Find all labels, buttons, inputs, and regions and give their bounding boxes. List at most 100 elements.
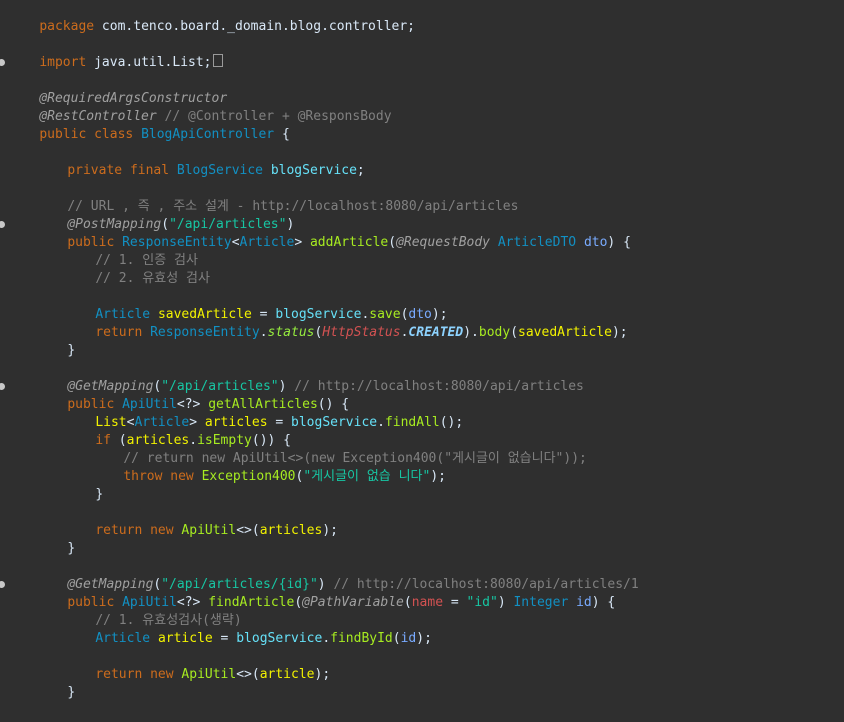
code-line-19: } [36,324,75,358]
token: } [67,541,76,556]
code-line-35: Article article = blogService.findById(i… [64,612,432,646]
token: ( [510,325,519,340]
token: ) [497,595,514,610]
code-line-12: @PostMapping("/api/articles") [0,198,294,232]
token: return [95,523,143,538]
token: com.tenco.board._domain.blog.controller; [94,19,416,34]
token: blogService [270,163,357,178]
token: ) { [591,595,616,610]
code-line-30: } [36,522,75,556]
code-editor[interactable]: package com.tenco.board._domain.blog.con… [0,0,844,722]
code-line-5: @RequiredArgsConstructor [8,72,227,106]
token: id [576,595,592,610]
collapsed-imports-icon[interactable] [212,54,223,67]
code-line-3: import java.util.List; [0,36,223,70]
token: ArticleDTO [497,235,577,250]
fold-marker-icon[interactable] [0,383,5,390]
token: ); [314,667,331,682]
token: BlogService [176,163,263,178]
fold-marker-icon[interactable] [0,581,5,588]
token: ( [392,631,401,646]
token: article [157,631,213,646]
token: "id" [466,595,498,610]
code-line-15: // 2. 유효성 검사 [64,252,210,286]
code-line-14: // 1. 인증 검사 [64,234,198,268]
code-line-1: package com.tenco.board._domain.blog.con… [8,0,415,34]
token: return [95,325,143,340]
token: Integer [513,595,569,610]
token: } [67,343,76,358]
code-line-18: return ResponseEntity.status(HttpStatus.… [64,306,627,340]
token: articles [259,523,323,538]
token: package [39,19,95,34]
token: ( [403,595,412,610]
code-line-27: } [64,468,103,502]
token: } [67,685,76,700]
token: @PathVariable [302,595,404,610]
token: @RequestBody [396,235,490,250]
code-line-37: return new ApiUtil<>(article); [64,648,330,682]
code-line-11: // URL , 즉 , 주소 설계 - http://localhost:80… [36,180,518,214]
token: CREATED [408,325,464,340]
code-line-33: public ApiUtil<?> findArticle(@PathVaria… [36,576,615,610]
code-line-22: public ApiUtil<?> getAllArticles() { [36,378,349,412]
token: dto [583,235,608,250]
token: = [212,631,237,646]
token: ) { [607,235,631,250]
token: . [259,325,268,340]
fold-marker-icon[interactable] [0,59,5,66]
token: ( [388,235,397,250]
code-line-40: } [8,702,47,722]
token: = [443,595,467,610]
token: ); [322,523,338,538]
token: addArticle [309,235,389,250]
token: id [400,631,417,646]
token: // 2. 유효성 검사 [95,271,210,286]
token: findAll [384,415,440,430]
fold-marker-icon[interactable] [0,221,5,228]
token: ) [463,325,472,340]
code-line-6: @RestController // @Controller + @Respon… [8,90,391,124]
token: { [274,127,290,142]
token: class [94,127,134,142]
token: blogService [291,415,378,430]
code-line-38: } [36,666,75,700]
token: new [150,523,174,538]
token: ); [430,469,446,484]
token: public [39,127,87,142]
token: findById [330,631,393,646]
token: ApiUtil [181,667,237,682]
code-line-29: return new ApiUtil<>(articles); [64,504,338,538]
token: new [170,469,194,484]
token: body [478,325,511,340]
token: Article [95,631,151,646]
token: "게시글이 없습 니다" [303,469,431,484]
token: new [150,667,174,682]
token: final [129,163,170,178]
code-line-13: public ResponseEntity<Article> addArticl… [36,216,631,250]
code-line-25: // return new ApiUtil<>(new Exception400… [92,432,587,466]
token: BlogApiController [141,127,275,142]
code-line-26: throw new Exception400("게시글이 없습 니다"); [92,450,446,484]
token: article [259,667,315,682]
token: <>( [236,667,260,682]
code-line-23: List<Article> articles = blogService.fin… [64,396,463,430]
token: ; [356,163,365,178]
token: private [67,163,123,178]
token: (); [439,415,464,430]
code-line-21: @GetMapping("/api/articles") // http://l… [0,360,584,394]
token: . [471,325,479,340]
code-line-9: private final BlogService blogService; [36,144,364,178]
